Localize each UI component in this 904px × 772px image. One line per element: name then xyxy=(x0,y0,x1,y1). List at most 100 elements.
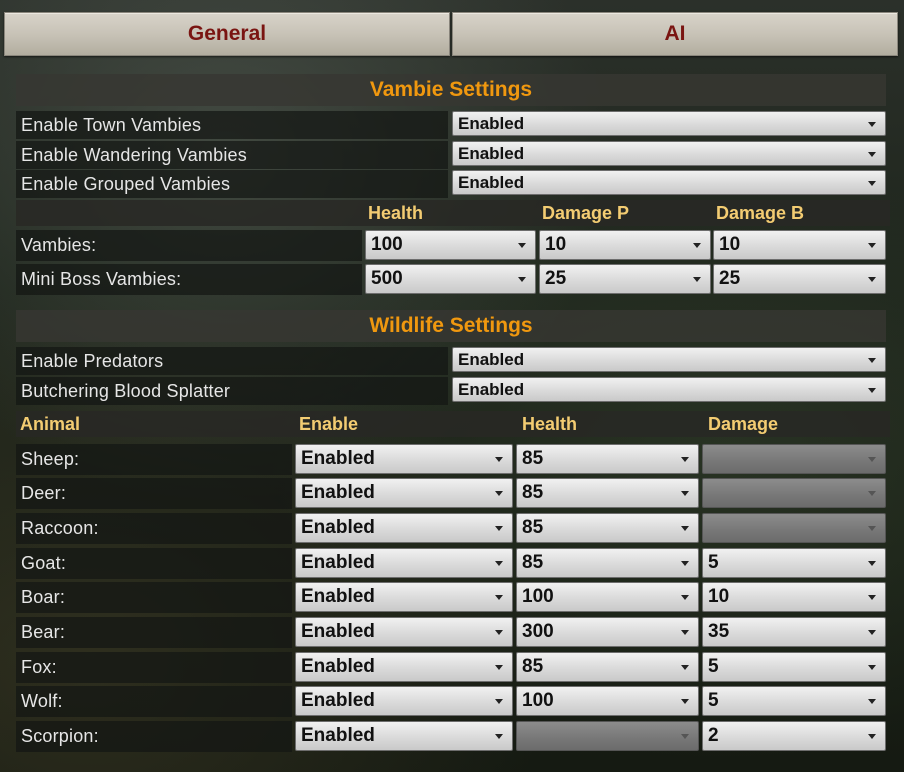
dropdown-value: Enabled xyxy=(301,690,375,711)
dropdown-value: Enabled xyxy=(301,552,375,573)
boar-damage-dropdown[interactable]: 10 xyxy=(702,582,886,612)
setting-row-enable-predators: Enable Predators Enabled xyxy=(16,347,886,375)
scorpion-enable-dropdown[interactable]: Enabled xyxy=(295,721,513,751)
fox-health-dropdown[interactable]: 85 xyxy=(516,652,699,682)
dropdown-value: 25 xyxy=(545,268,567,289)
sheep-health-dropdown[interactable]: 85 xyxy=(516,444,699,474)
dropdown-value: 100 xyxy=(371,234,403,255)
chevron-down-icon xyxy=(868,243,876,248)
scorpion-damage-dropdown[interactable]: 2 xyxy=(702,721,886,751)
setting-label: Enable Predators xyxy=(21,350,164,371)
chevron-down-icon xyxy=(495,734,503,739)
dropdown-value: Enabled xyxy=(301,448,375,469)
chevron-down-icon xyxy=(868,630,876,635)
chevron-down-icon xyxy=(693,277,701,282)
setting-label: Enable Grouped Vambies xyxy=(21,173,231,194)
tab-ai[interactable]: AI xyxy=(452,12,898,56)
bear-health-dropdown[interactable]: 300 xyxy=(516,617,699,647)
blood-splatter-dropdown[interactable]: Enabled xyxy=(452,377,886,402)
animal-label: Wolf: xyxy=(21,691,63,711)
damage-header: Damage xyxy=(708,413,779,434)
dropdown-value: 85 xyxy=(522,656,544,677)
fox-damage-dropdown[interactable]: 5 xyxy=(702,652,886,682)
damage-p-header: Damage P xyxy=(542,202,630,223)
enable-header: Enable xyxy=(299,413,359,434)
dropdown-value: 100 xyxy=(522,690,554,711)
enable-predators-dropdown[interactable]: Enabled xyxy=(452,347,886,372)
setting-row-grouped-vambies: Enable Grouped Vambies Enabled xyxy=(16,170,886,198)
chevron-down-icon xyxy=(868,699,876,704)
boar-enable-dropdown[interactable]: Enabled xyxy=(295,582,513,612)
dropdown-value: Enabled xyxy=(301,725,375,746)
boar-health-dropdown[interactable]: 100 xyxy=(516,582,699,612)
animal-row: Deer: Enabled 85 xyxy=(16,478,886,509)
vambie-settings-title: Vambie Settings xyxy=(16,74,886,106)
chevron-down-icon xyxy=(868,180,876,186)
vambie-label: Vambies: xyxy=(21,235,97,255)
bear-enable-dropdown[interactable]: Enabled xyxy=(295,617,513,647)
dropdown-value: 85 xyxy=(522,552,544,573)
mini-boss-damage-b-dropdown[interactable]: 25 xyxy=(713,264,886,294)
animal-row: Goat: Enabled 85 5 xyxy=(16,548,886,579)
scorpion-health-dropdown xyxy=(516,721,699,751)
dropdown-value: 5 xyxy=(708,690,719,711)
animal-label: Boar: xyxy=(21,587,66,607)
tab-general[interactable]: General xyxy=(4,12,450,56)
animal-row: Sheep: Enabled 85 xyxy=(16,444,886,475)
vambie-health-dropdown[interactable]: 100 xyxy=(365,230,536,260)
vambie-damage-p-dropdown[interactable]: 10 xyxy=(539,230,711,260)
animal-label: Sheep: xyxy=(21,449,80,469)
dropdown-value: Enabled xyxy=(301,482,375,503)
chevron-down-icon xyxy=(868,357,876,363)
wildlife-settings-title: Wildlife Settings xyxy=(16,310,886,342)
chevron-down-icon xyxy=(868,734,876,739)
deer-enable-dropdown[interactable]: Enabled xyxy=(295,478,513,508)
chevron-down-icon xyxy=(681,595,689,600)
wandering-vambies-dropdown[interactable]: Enabled xyxy=(452,141,886,166)
fox-enable-dropdown[interactable]: Enabled xyxy=(295,652,513,682)
town-vambies-dropdown[interactable]: Enabled xyxy=(452,111,886,136)
health-header: Health xyxy=(522,413,578,434)
chevron-down-icon xyxy=(681,734,689,739)
chevron-down-icon xyxy=(681,665,689,670)
chevron-down-icon xyxy=(681,561,689,566)
raccoon-enable-dropdown[interactable]: Enabled xyxy=(295,513,513,543)
goat-damage-dropdown[interactable]: 5 xyxy=(702,548,886,578)
dropdown-value: 5 xyxy=(708,656,719,677)
raccoon-health-dropdown[interactable]: 85 xyxy=(516,513,699,543)
goat-health-dropdown[interactable]: 85 xyxy=(516,548,699,578)
animal-label: Bear: xyxy=(21,622,66,642)
wolf-damage-dropdown[interactable]: 5 xyxy=(702,686,886,716)
dropdown-value: Enabled xyxy=(458,113,525,133)
chevron-down-icon xyxy=(868,526,876,531)
animal-label: Deer: xyxy=(21,483,67,503)
grouped-vambies-dropdown[interactable]: Enabled xyxy=(452,170,886,195)
chevron-down-icon xyxy=(495,665,503,670)
animal-row: Wolf: Enabled 100 5 xyxy=(16,686,886,717)
setting-row-town-vambies: Enable Town Vambies Enabled xyxy=(16,111,886,139)
mini-boss-damage-p-dropdown[interactable]: 25 xyxy=(539,264,711,294)
goat-enable-dropdown[interactable]: Enabled xyxy=(295,548,513,578)
animal-row: Fox: Enabled 85 5 xyxy=(16,652,886,683)
animal-row: Scorpion: Enabled 2 xyxy=(16,721,886,752)
mini-boss-health-dropdown[interactable]: 500 xyxy=(365,264,536,294)
dropdown-value: 10 xyxy=(719,234,741,255)
chevron-down-icon xyxy=(681,699,689,704)
mini-boss-label: Mini Boss Vambies: xyxy=(21,269,182,289)
deer-health-dropdown[interactable]: 85 xyxy=(516,478,699,508)
sheep-enable-dropdown[interactable]: Enabled xyxy=(295,444,513,474)
vambie-damage-b-dropdown[interactable]: 10 xyxy=(713,230,886,260)
dropdown-value: Enabled xyxy=(301,656,375,677)
dropdown-value: 5 xyxy=(708,552,719,573)
bear-damage-dropdown[interactable]: 35 xyxy=(702,617,886,647)
wolf-health-dropdown[interactable]: 100 xyxy=(516,686,699,716)
dropdown-value: 25 xyxy=(719,268,741,289)
chevron-down-icon xyxy=(495,526,503,531)
dropdown-value: 85 xyxy=(522,517,544,538)
chevron-down-icon xyxy=(495,457,503,462)
animal-row: Bear: Enabled 300 35 xyxy=(16,617,886,648)
dropdown-value: 10 xyxy=(708,586,730,607)
setting-label: Butchering Blood Splatter xyxy=(21,380,231,401)
wolf-enable-dropdown[interactable]: Enabled xyxy=(295,686,513,716)
dropdown-value: Enabled xyxy=(458,379,525,399)
